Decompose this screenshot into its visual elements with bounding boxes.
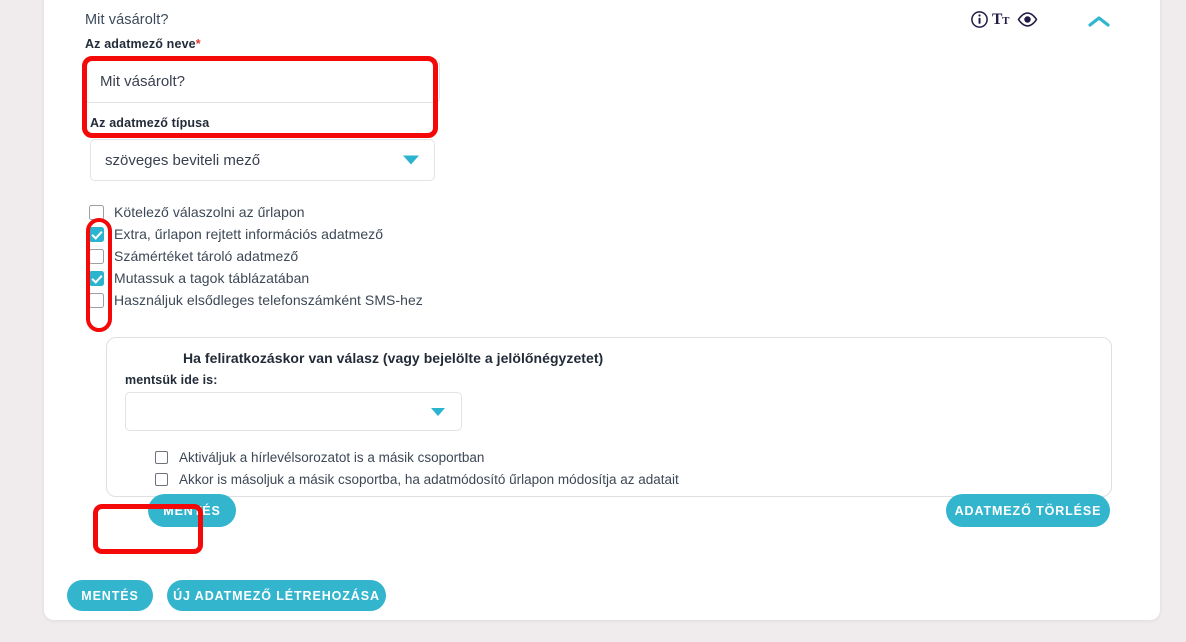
field-name-input[interactable]: Mit vásárolt? bbox=[85, 59, 440, 103]
option-row-hidden-info[interactable]: Extra, űrlapon rejtett információs adatm… bbox=[89, 224, 423, 244]
required-asterisk: * bbox=[195, 37, 201, 51]
info-circle-icon[interactable] bbox=[970, 10, 989, 29]
text-size-icon[interactable]: T T bbox=[992, 10, 1014, 29]
field-options-list: Kötelező válaszolni az űrlapon Extra, űr… bbox=[89, 202, 423, 312]
option-row-required[interactable]: Kötelező válaszolni az űrlapon bbox=[89, 202, 423, 222]
checkbox-activate-series[interactable] bbox=[155, 451, 168, 464]
option-label-copy-on-edit: Akkor is másoljuk a másik csoportba, ha … bbox=[179, 472, 679, 487]
option-row-show-in-table[interactable]: Mutassuk a tagok táblázatában bbox=[89, 268, 423, 288]
option-row-activate-series[interactable]: Aktiváljuk a hírlevélsorozatot is a mási… bbox=[155, 447, 679, 468]
field-name-group: Az adatmező neve* Mit vásárolt? bbox=[85, 37, 440, 119]
page-title: Mit vásárolt? bbox=[85, 12, 169, 28]
svg-text:T: T bbox=[1002, 15, 1010, 27]
option-label-activate-series: Aktiváljuk a hírlevélsorozatot is a mási… bbox=[179, 450, 485, 465]
chevron-down-icon-inner bbox=[431, 407, 445, 416]
option-row-copy-on-edit[interactable]: Akkor is másoljuk a másik csoportba, ha … bbox=[155, 469, 679, 490]
collapse-panel-button[interactable] bbox=[1086, 10, 1112, 34]
panel-header: Mit vásárolt? T T bbox=[44, 0, 1160, 40]
field-type-selected-value: szöveges beviteli mező bbox=[105, 151, 261, 169]
option-label-hidden-info: Extra, űrlapon rejtett információs adatm… bbox=[114, 226, 384, 242]
checkbox-show-in-table[interactable] bbox=[89, 270, 104, 286]
option-row-numeric[interactable]: Számértéket tároló adatmező bbox=[89, 246, 423, 266]
field-editor-card: Mit vásárolt? T T Az adatmező neve* Mit … bbox=[44, 0, 1160, 620]
checkbox-sms-phone[interactable] bbox=[89, 292, 104, 308]
chevron-down-icon bbox=[403, 155, 419, 165]
subscription-copy-sublabel: mentsük ide is: bbox=[125, 373, 218, 387]
option-label-required: Kötelező válaszolni az űrlapon bbox=[114, 204, 305, 220]
option-row-sms-phone[interactable]: Használjuk elsődleges telefonszámként SM… bbox=[89, 290, 423, 310]
subscription-copy-title: Ha feliratkozáskor van válasz (vagy beje… bbox=[183, 350, 604, 366]
option-label-sms-phone: Használjuk elsődleges telefonszámként SM… bbox=[114, 292, 423, 308]
subscription-copy-panel: Ha feliratkozáskor van válasz (vagy beje… bbox=[106, 337, 1112, 497]
checkbox-numeric[interactable] bbox=[89, 248, 104, 264]
checkbox-required[interactable] bbox=[89, 204, 104, 220]
field-type-group: Az adatmező típusa szöveges beviteli mez… bbox=[90, 116, 435, 181]
field-type-label: Az adatmező típusa bbox=[90, 116, 210, 130]
checkbox-copy-on-edit[interactable] bbox=[155, 473, 168, 486]
target-group-select[interactable] bbox=[125, 392, 462, 431]
field-type-select[interactable]: szöveges beviteli mező bbox=[90, 139, 435, 181]
field-name-label: Az adatmező neve* bbox=[85, 37, 440, 51]
header-icon-group: T T bbox=[970, 10, 1038, 29]
create-new-field-button[interactable]: ÚJ ADATMEZŐ LÉTREHOZÁSA bbox=[167, 580, 386, 611]
checkbox-hidden-info[interactable] bbox=[89, 226, 104, 242]
field-name-label-text: Az adatmező neve bbox=[85, 37, 196, 51]
eye-icon[interactable] bbox=[1017, 10, 1038, 29]
screen-root: Mit vásárolt? T T Az adatmező neve* Mit … bbox=[0, 0, 1186, 642]
option-label-numeric: Számértéket tároló adatmező bbox=[114, 248, 299, 264]
subscription-copy-options: Aktiváljuk a hírlevélsorozatot is a mási… bbox=[155, 447, 679, 491]
option-label-show-in-table: Mutassuk a tagok táblázatában bbox=[114, 270, 310, 286]
save-all-button[interactable]: MENTÉS bbox=[67, 580, 153, 611]
delete-field-button[interactable]: ADATMEZŐ TÖRLÉSE bbox=[946, 494, 1110, 527]
save-field-button[interactable]: MENTÉS bbox=[148, 494, 236, 527]
